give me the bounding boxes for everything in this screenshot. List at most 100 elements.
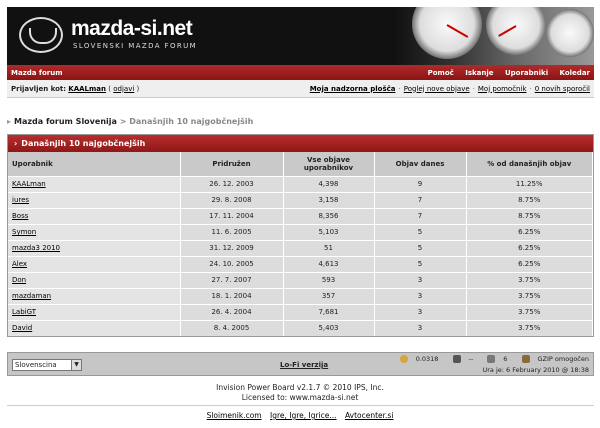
lofi-version-link[interactable]: Lo-Fi verzija: [280, 361, 328, 369]
column-header-joined: Pridružen: [180, 152, 284, 176]
separator: ·: [398, 84, 401, 93]
page-wrapper: mazda-si.net SLOVENSKI MAZDA FORUM Mazda…: [7, 7, 594, 98]
percent-cell: 6.25%: [466, 239, 593, 256]
load-time-icon: [399, 355, 408, 363]
table-row: Don 27. 7. 2007 593 3 3.75%: [8, 271, 593, 288]
chevron-down-icon[interactable]: ▼: [71, 360, 81, 370]
table-row: LabiGT 26. 4. 2004 7,681 3 3.75%: [8, 303, 593, 320]
today-cell: 3: [374, 271, 467, 288]
panel-title-text: Današnjih 10 najgobčnejših: [21, 139, 146, 148]
posts-cell: 51: [283, 239, 375, 256]
table-row: Alex 24. 10. 2005 4,613 5 6.25%: [8, 255, 593, 272]
table-row: Symon 11. 6. 2005 5,103 5 6.25%: [8, 223, 593, 240]
navbar-brand-link[interactable]: Mazda forum: [11, 69, 419, 77]
nav-search-link[interactable]: Iskanje: [465, 69, 493, 77]
server-load-value: --: [468, 355, 474, 363]
logout-wrapper: ( odjavi ): [108, 84, 140, 93]
assistant-link[interactable]: Moj pomočnik: [478, 85, 527, 93]
posts-cell: 5,103: [283, 223, 375, 240]
user-profile-link[interactable]: Symon: [12, 228, 36, 236]
logged-in-label: Prijavljen kot:: [11, 84, 67, 93]
breadcrumb-current: Današnjih 10 najgobčnejših: [129, 117, 254, 126]
user-cell: KAALman: [8, 175, 181, 192]
nav-calendar-link[interactable]: Koledar: [560, 69, 590, 77]
breadcrumb: ▸ Mazda forum Slovenija > Današnjih 10 na…: [7, 117, 253, 126]
user-profile-link[interactable]: mazdaman: [12, 292, 51, 300]
user-cell: LabiGT: [8, 303, 181, 320]
queries-icon: [487, 355, 496, 363]
today-cell: 7: [374, 191, 467, 208]
column-header-total-posts: Vse objave uporabnikov: [283, 152, 375, 176]
user-cell: iures: [8, 191, 181, 208]
table-row: Boss 17. 11. 2004 8,356 7 8.75%: [8, 207, 593, 224]
control-panel-link[interactable]: Moja nadzorna plošča: [310, 85, 396, 93]
user-profile-link[interactable]: Alex: [12, 260, 27, 268]
user-profile-link[interactable]: mazda3 2010: [12, 244, 60, 252]
posts-cell: 4,613: [283, 255, 375, 272]
speedometer-icon: [412, 7, 482, 59]
posts-cell: 4,398: [283, 175, 375, 192]
main-navbar: Mazda forum Pomoč Iskanje Uporabniki Kol…: [7, 65, 594, 80]
percent-cell: 3.75%: [466, 319, 593, 336]
server-stats: 0.0318 -- 6 GZIP omogočen Ura je: 6 Febr…: [388, 355, 589, 374]
logout-link[interactable]: odjavi: [113, 85, 134, 93]
gzip-icon: [521, 355, 530, 363]
header-gauges-image: [394, 7, 594, 65]
copyright-line1[interactable]: Invision Power Board v2.1.7 © 2010 IPS, …: [0, 383, 600, 393]
user-profile-link[interactable]: iures: [12, 196, 29, 204]
table-row: iures 29. 8. 2008 3,158 7 8.75%: [8, 191, 593, 208]
joined-cell: 31. 12. 2009: [180, 239, 284, 256]
percent-cell: 6.25%: [466, 223, 593, 240]
user-profile-link[interactable]: Boss: [12, 212, 28, 220]
partner-link-sloimenik[interactable]: Sloimenik.com: [207, 411, 262, 420]
posts-cell: 8,356: [283, 207, 375, 224]
column-header-user: Uporabnik: [8, 152, 181, 176]
user-profile-link[interactable]: KAALman: [12, 180, 46, 188]
joined-cell: 11. 6. 2005: [180, 223, 284, 240]
user-profile-link[interactable]: Don: [12, 276, 26, 284]
server-load-icon: [452, 355, 461, 363]
site-logo-subtitle: SLOVENSKI MAZDA FORUM: [73, 42, 198, 50]
user-cell: David: [8, 319, 181, 336]
fuel-gauge-icon: [546, 9, 594, 57]
nav-members-link[interactable]: Uporabniki: [505, 69, 548, 77]
panel-arrow-icon: ›: [14, 139, 18, 148]
percent-cell: 8.75%: [466, 207, 593, 224]
joined-cell: 17. 11. 2004: [180, 207, 284, 224]
copyright-block: Invision Power Board v2.1.7 © 2010 IPS, …: [0, 383, 600, 403]
user-profile-link[interactable]: David: [12, 324, 32, 332]
user-profile-link[interactable]: LabiGT: [12, 308, 36, 316]
mazda-logo-icon[interactable]: [19, 17, 63, 53]
today-cell: 3: [374, 287, 467, 304]
posts-cell: 5,403: [283, 319, 375, 336]
percent-cell: 11.25%: [466, 175, 593, 192]
top-posters-panel: › Današnjih 10 najgobčnejših Uporabnik P…: [7, 134, 594, 337]
tachometer-icon: [486, 7, 546, 55]
breadcrumb-root-link[interactable]: Mazda forum Slovenija: [14, 117, 117, 126]
table-row: mazdaman 18. 1. 2004 357 3 3.75%: [8, 287, 593, 304]
today-cell: 7: [374, 207, 467, 224]
partner-link-avtocenter[interactable]: Avtocenter.si: [345, 411, 393, 420]
site-logo-text[interactable]: mazda-si.net: [71, 17, 193, 41]
new-posts-link[interactable]: Poglej nove objave: [404, 85, 470, 93]
today-cell: 3: [374, 319, 467, 336]
user-cell: mazda3 2010: [8, 239, 181, 256]
language-select[interactable]: Slovenscina ▼: [12, 359, 82, 371]
today-cell: 3: [374, 303, 467, 320]
username-link[interactable]: KAALman: [68, 85, 106, 93]
partner-link-igre[interactable]: Igre, Igre, Igrice...: [270, 411, 337, 420]
messages-link[interactable]: 0 novih sporočil: [535, 85, 590, 93]
gzip-status: GZIP omogočen: [537, 355, 589, 363]
joined-cell: 27. 7. 2007: [180, 271, 284, 288]
language-select-value: Slovenscina: [15, 361, 57, 369]
percent-cell: 3.75%: [466, 303, 593, 320]
user-cell: Symon: [8, 223, 181, 240]
separator: ·: [472, 84, 475, 93]
today-cell: 5: [374, 223, 467, 240]
user-cell: Alex: [8, 255, 181, 272]
server-time: Ura je: 6 February 2010 @ 18:38: [482, 366, 589, 374]
nav-help-link[interactable]: Pomoč: [428, 69, 454, 77]
breadcrumb-arrow-icon: ▸: [7, 117, 12, 126]
posts-cell: 357: [283, 287, 375, 304]
joined-cell: 29. 8. 2008: [180, 191, 284, 208]
